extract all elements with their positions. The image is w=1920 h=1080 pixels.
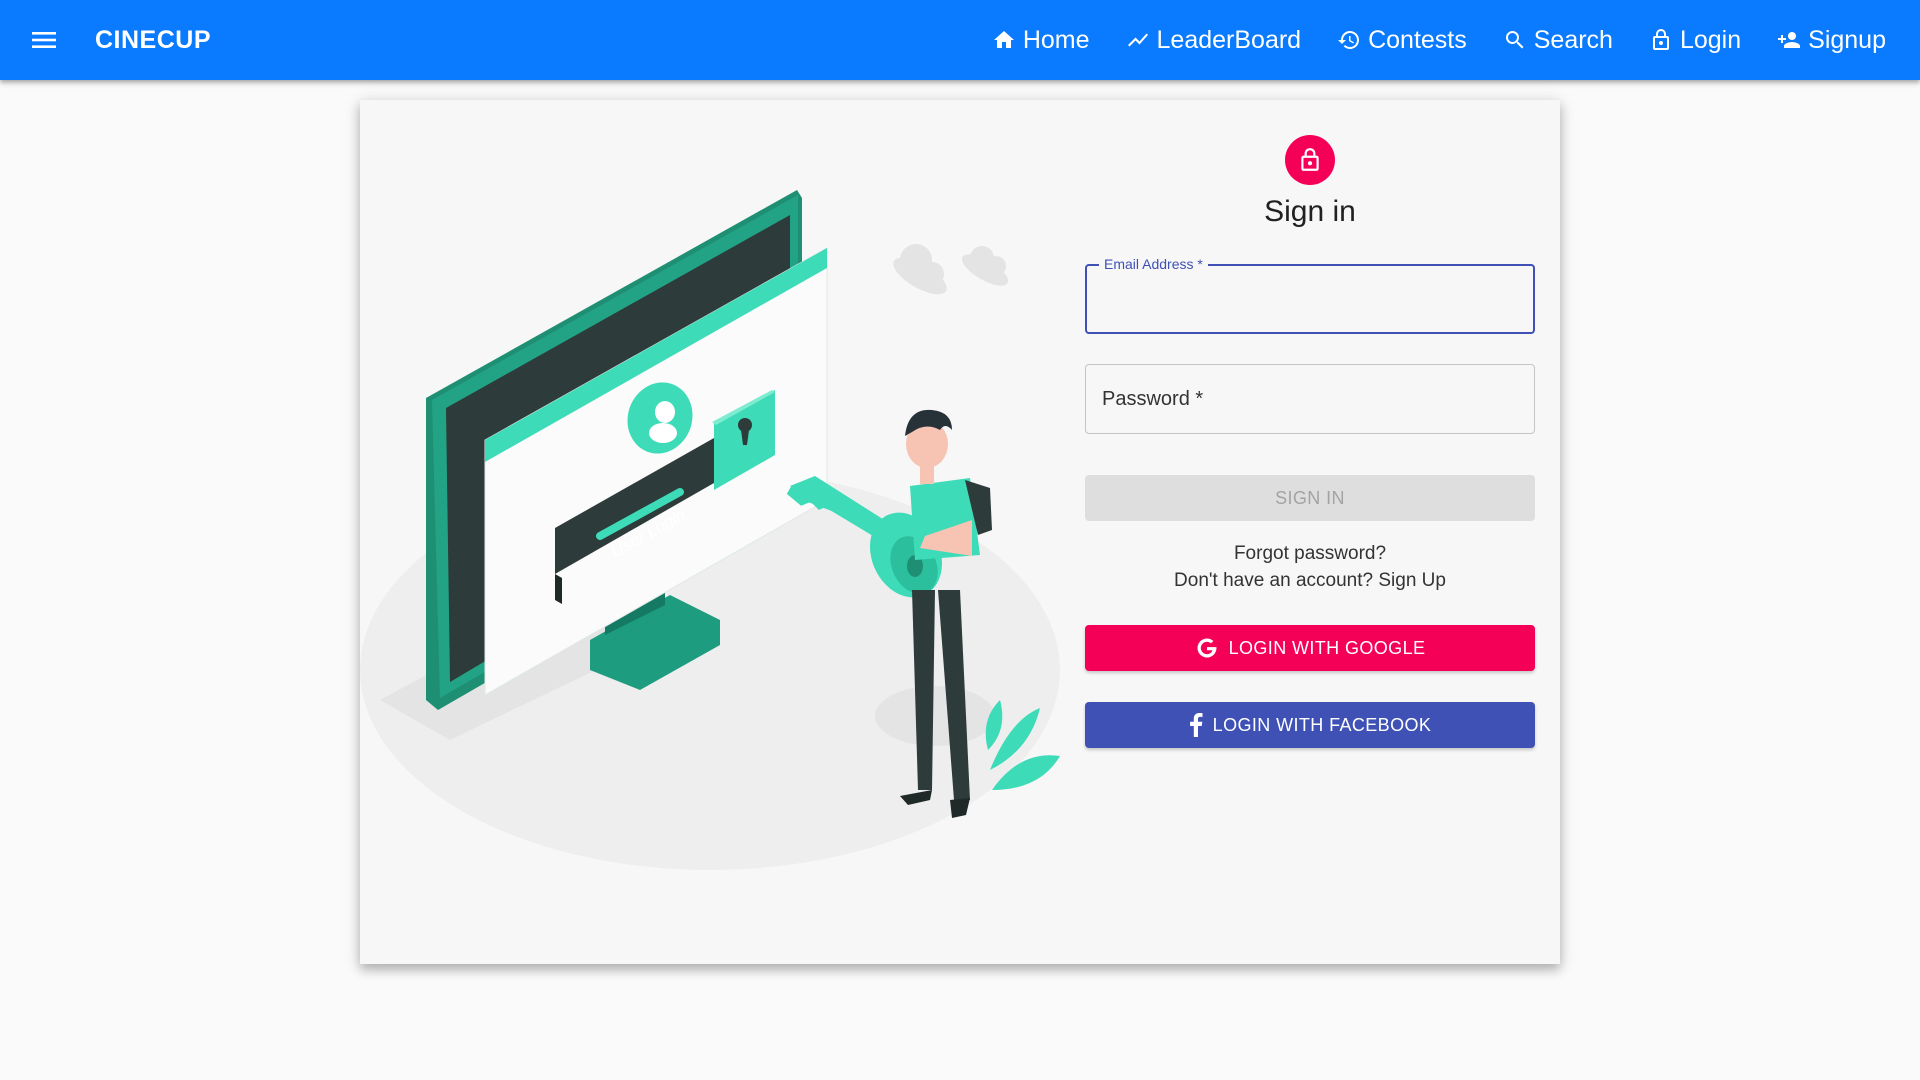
login-card: User Login Sign in Email Address * Passw… (360, 100, 1560, 964)
app-bar: CINECUP Home LeaderBoard Contests Search… (0, 0, 1920, 80)
email-label: Email Address * (1099, 256, 1208, 272)
nav-home-label: Home (1022, 25, 1090, 54)
cloud-icon (893, 244, 1009, 295)
nav-home[interactable]: Home (992, 26, 1090, 55)
lock-icon (1652, 29, 1669, 50)
forgot-password-link[interactable]: Forgot password? (1085, 543, 1535, 565)
home-icon (993, 31, 1014, 48)
menu-button[interactable] (26, 24, 62, 56)
trending-up-icon (1127, 33, 1148, 47)
facebook-login-button[interactable]: LOGIN WITH FACEBOOK (1085, 702, 1535, 748)
nav-contests[interactable]: Contests (1337, 26, 1467, 55)
password-field[interactable]: Password * (1085, 364, 1535, 434)
search-icon (1505, 31, 1524, 49)
lock-icon (1301, 148, 1319, 171)
page-title: Sign in (1264, 195, 1356, 228)
nav-leaderboard[interactable]: LeaderBoard (1126, 25, 1302, 55)
nav-search-label: Search (1533, 25, 1613, 54)
keyhole-icon (738, 418, 752, 432)
email-field[interactable]: Email Address * (1085, 256, 1535, 334)
history-icon (1338, 31, 1360, 49)
person-add-icon (1778, 32, 1801, 48)
google-icon (1197, 638, 1217, 658)
top-nav: Home LeaderBoard Contests Search Login S… (992, 0, 1886, 80)
nav-leaderboard-label: LeaderBoard (1156, 25, 1302, 54)
nav-login-label: Login (1679, 25, 1742, 54)
sign-in-form: Sign in Email Address * Password * SIGN … (1085, 100, 1535, 964)
sign-in-button-label: SIGN IN (1275, 487, 1345, 508)
nav-login[interactable]: Login (1649, 26, 1741, 55)
login-illustration: User Login (360, 190, 1060, 870)
facebook-login-label: LOGIN WITH FACEBOOK (1212, 714, 1432, 735)
brand-title[interactable]: CINECUP (95, 0, 211, 80)
facebook-icon (1189, 713, 1203, 737)
lock-avatar (1285, 135, 1335, 185)
google-login-button[interactable]: LOGIN WITH GOOGLE (1085, 625, 1535, 671)
nav-signup-label: Signup (1808, 25, 1886, 54)
nav-search[interactable]: Search (1503, 26, 1613, 55)
menu-icon (32, 32, 56, 48)
nav-signup[interactable]: Signup (1777, 26, 1886, 55)
nav-contests-label: Contests (1368, 25, 1467, 54)
google-login-label: LOGIN WITH GOOGLE (1228, 637, 1426, 658)
sign-up-link[interactable]: Don't have an account? Sign Up (1085, 570, 1535, 592)
sign-in-button[interactable]: SIGN IN (1085, 475, 1535, 521)
password-label: Password * (1102, 388, 1204, 410)
